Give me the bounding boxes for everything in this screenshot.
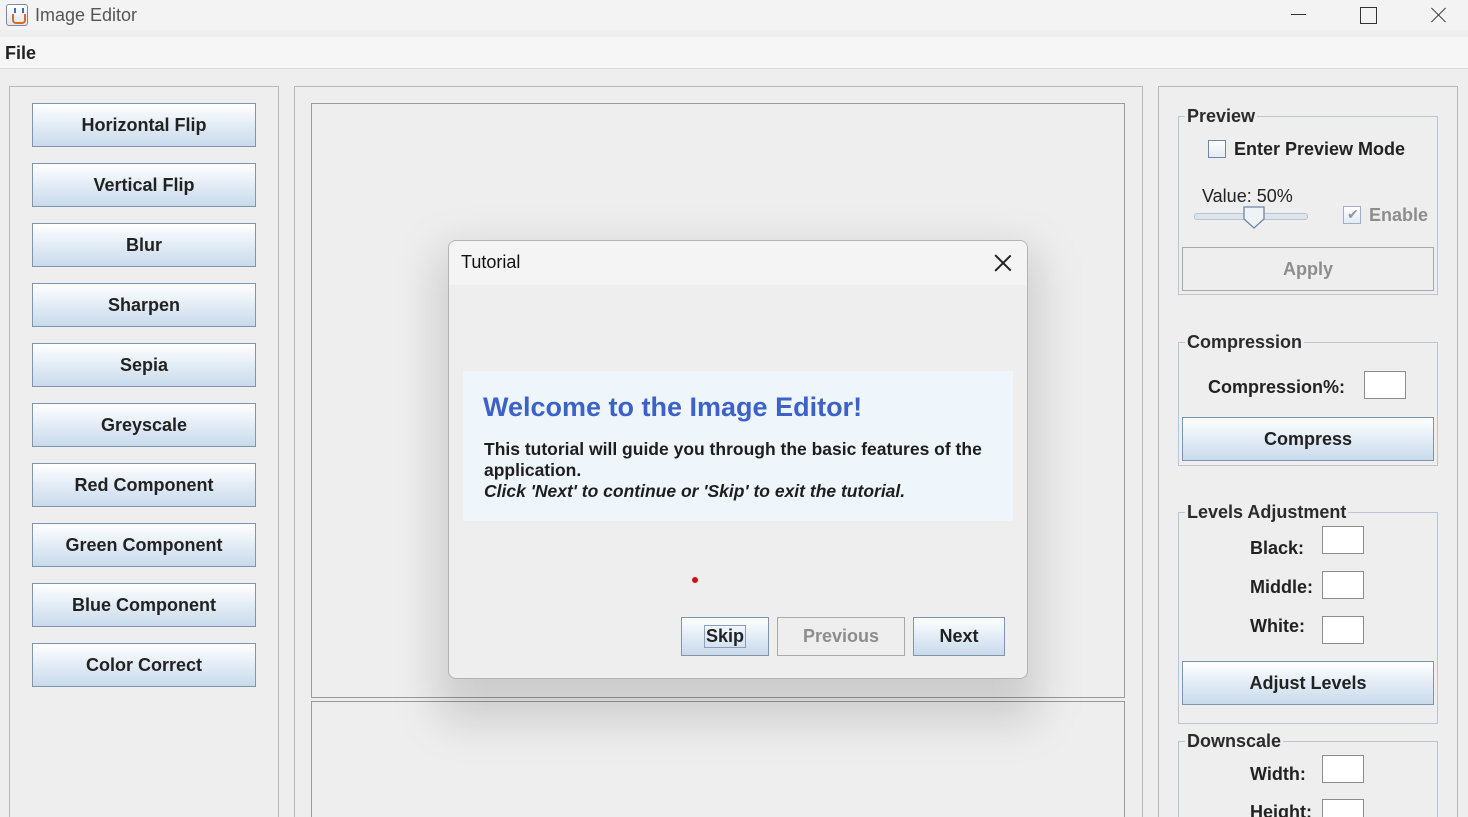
menu-bar: File bbox=[0, 37, 1468, 69]
compression-group-title: Compression bbox=[1185, 332, 1305, 353]
close-window-icon[interactable] bbox=[1415, 0, 1461, 30]
width-label: Width: bbox=[1250, 764, 1306, 784]
levels-group-title: Levels Adjustment bbox=[1185, 502, 1349, 523]
compress-button[interactable]: Compress bbox=[1182, 417, 1434, 461]
tutorial-hint: Click 'Next' to continue or 'Skip' to ex… bbox=[484, 481, 906, 501]
preview-value-label: Value: 50% bbox=[1202, 186, 1293, 206]
middle-label: Middle: bbox=[1250, 577, 1313, 597]
slider-thumb[interactable] bbox=[1242, 205, 1266, 229]
compression-input[interactable] bbox=[1364, 371, 1406, 399]
blur-button[interactable]: Blur bbox=[32, 223, 256, 267]
java-cup-icon bbox=[6, 4, 28, 26]
minimize-icon[interactable] bbox=[1275, 0, 1321, 30]
menu-file[interactable]: File bbox=[5, 43, 36, 64]
vertical-flip-button[interactable]: Vertical Flip bbox=[32, 163, 256, 207]
white-label: White: bbox=[1250, 616, 1305, 636]
preview-mode-label: Enter Preview Mode bbox=[1234, 139, 1406, 159]
tutorial-content: Welcome to the Image Editor! This tutori… bbox=[463, 371, 1013, 521]
skip-button[interactable]: Skip bbox=[681, 617, 769, 656]
adjust-levels-button[interactable]: Adjust Levels bbox=[1182, 661, 1434, 705]
apply-button[interactable]: Apply bbox=[1182, 247, 1434, 291]
dialog-title: Tutorial bbox=[461, 252, 521, 272]
tutorial-heading: Welcome to the Image Editor! bbox=[483, 392, 863, 422]
white-input[interactable] bbox=[1322, 616, 1364, 644]
sharpen-button[interactable]: Sharpen bbox=[32, 283, 256, 327]
dialog-title-bar: Tutorial bbox=[449, 241, 1027, 285]
green-component-button[interactable]: Green Component bbox=[32, 523, 256, 567]
next-button[interactable]: Next bbox=[913, 617, 1005, 656]
black-label: Black: bbox=[1250, 538, 1305, 558]
width-input[interactable] bbox=[1322, 755, 1364, 783]
close-icon[interactable] bbox=[987, 249, 1017, 277]
previous-button[interactable]: Previous bbox=[777, 617, 905, 656]
preview-mode-checkbox[interactable] bbox=[1208, 140, 1226, 158]
maximize-icon[interactable] bbox=[1345, 0, 1391, 30]
window-title: Image Editor bbox=[35, 5, 138, 25]
height-input[interactable] bbox=[1322, 799, 1364, 817]
red-component-button[interactable]: Red Component bbox=[32, 463, 256, 507]
window-title-bar: Image Editor bbox=[0, 0, 1468, 30]
checkmark-icon: ✔ bbox=[1347, 207, 1359, 223]
preview-group-title: Preview bbox=[1185, 106, 1258, 127]
tutorial-dialog: Tutorial Welcome to the Image Editor! Th… bbox=[448, 240, 1028, 679]
downscale-group-title: Downscale bbox=[1185, 731, 1284, 752]
enable-label: Enable bbox=[1369, 205, 1429, 225]
red-dot bbox=[692, 577, 698, 583]
enable-checkbox[interactable]: ✔ bbox=[1343, 206, 1361, 224]
horizontal-flip-button[interactable]: Horizontal Flip bbox=[32, 103, 256, 147]
color-correct-button[interactable]: Color Correct bbox=[32, 643, 256, 687]
sepia-button[interactable]: Sepia bbox=[32, 343, 256, 387]
blue-component-button[interactable]: Blue Component bbox=[32, 583, 256, 627]
height-label: Height: bbox=[1250, 802, 1312, 817]
compression-label: Compression%: bbox=[1208, 377, 1346, 397]
middle-input[interactable] bbox=[1322, 571, 1364, 599]
skip-label: Skip bbox=[703, 625, 746, 648]
greyscale-button[interactable]: Greyscale bbox=[32, 403, 256, 447]
black-input[interactable] bbox=[1322, 526, 1364, 554]
tutorial-body: This tutorial will guide you through the… bbox=[484, 439, 982, 480]
